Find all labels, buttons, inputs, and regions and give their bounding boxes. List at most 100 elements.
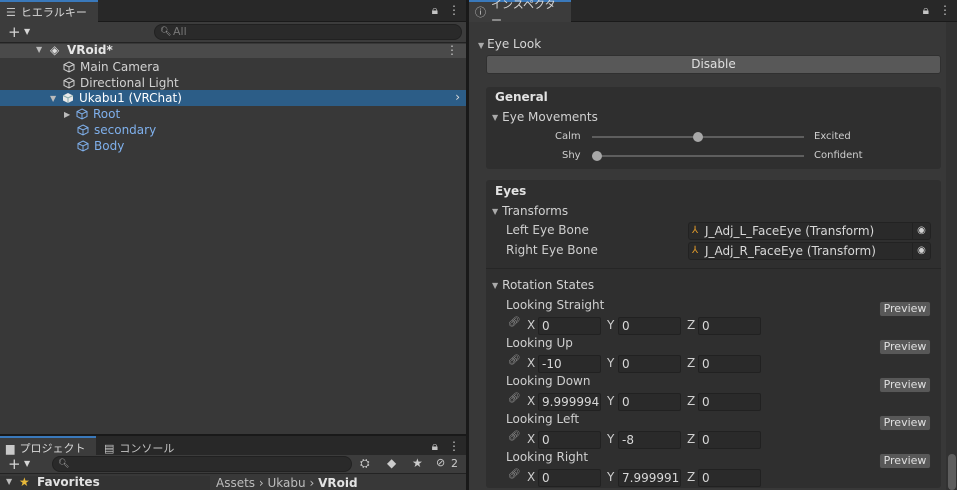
axis-z-label: Z (687, 356, 696, 370)
favorites-row[interactable]: ▼ ★ Favorites (0, 475, 210, 490)
tab-inspector[interactable]: ⓘ インスペクター (469, 0, 571, 27)
preview-button[interactable]: Preview (879, 415, 931, 431)
expand-arrow-icon[interactable]: ▼ (6, 477, 12, 486)
hidden-packages-icon[interactable]: ⊘ (436, 456, 445, 469)
expand-arrow-icon[interactable]: ▼ (478, 41, 484, 50)
search-icon: 🔍︎ (160, 27, 172, 37)
object-picker-icon[interactable]: ◉ (912, 243, 930, 259)
link-icon[interactable]: 🔗︎ (508, 393, 521, 404)
component-title: Eye Look (487, 37, 542, 51)
breadcrumb-item[interactable]: Assets (216, 476, 255, 490)
breadcrumb-item[interactable]: Ukabu (268, 476, 306, 490)
link-icon[interactable]: 🔗︎ (508, 355, 521, 366)
axis-x-label: X (527, 432, 536, 446)
tree-item-label: Directional Light (80, 76, 179, 90)
tab-hierarchy[interactable]: ☰ ヒエラルキー (0, 0, 98, 22)
lock-icon[interactable]: 🔒︎ (432, 439, 438, 454)
inspector-tab-controls: 🔒︎ ⋮ (923, 3, 951, 18)
inspector-scrollbar[interactable] (946, 22, 957, 490)
unity-logo-icon: ◈ (50, 43, 60, 57)
tree-item-body[interactable]: Body (0, 138, 466, 154)
rotation-x-field[interactable]: -10 (538, 355, 601, 373)
general-title: General (495, 90, 548, 104)
eye-movements-foldout[interactable]: Eye Movements (492, 110, 598, 124)
add-icon[interactable]: + (8, 23, 21, 41)
rotation-states-foldout[interactable]: Rotation States (492, 278, 594, 292)
breadcrumb: Assets › Ukabu › VRoid (216, 476, 358, 490)
inspector-scrollbar-thumb[interactable] (948, 454, 956, 490)
right-eye-bone-label: Right Eye Bone (506, 243, 598, 257)
info-icon: ⓘ (475, 6, 486, 19)
rotation-state-label: Looking Down (506, 374, 591, 388)
tab-hierarchy-label: ヒエラルキー (20, 6, 87, 19)
rotation-state-label: Looking Right (506, 450, 589, 464)
tree-item-ukabu1[interactable]: ▼ Ukabu1 (VRChat) › (0, 90, 466, 106)
tree-item-secondary[interactable]: secondary (0, 122, 466, 138)
lock-icon[interactable]: 🔒︎ (432, 3, 438, 18)
hierarchy-search-input[interactable]: 🔍︎ All (154, 24, 462, 40)
filter-by-label-icon[interactable]: ◆ (387, 456, 396, 470)
tree-item-root[interactable]: ▶ Root (0, 106, 466, 122)
expand-arrow-icon[interactable]: ▼ (50, 94, 62, 103)
preview-button[interactable]: Preview (879, 339, 931, 355)
chevron-down-icon[interactable]: ▼ (24, 27, 30, 36)
transforms-foldout[interactable]: Transforms (492, 204, 568, 218)
rotation-y-field[interactable]: 0 (618, 317, 681, 335)
tree-item-label: Root (93, 107, 121, 121)
object-picker-icon[interactable]: ◉ (912, 223, 930, 239)
disable-button[interactable]: Disable (486, 55, 941, 74)
project-panel: ▆ プロジェクト ▤ コンソール 🔒︎ ⋮ + ▼ 🔍︎ ⛭ ◆ ★ ⊘ 2 ▼… (0, 436, 466, 490)
rotation-y-field[interactable]: -8 (618, 431, 681, 449)
preview-button[interactable]: Preview (879, 301, 931, 317)
right-eye-bone-field[interactable]: ⅄ J_Adj_R_FaceEye (Transform) ◉ (688, 242, 931, 260)
preview-button[interactable]: Preview (879, 453, 931, 469)
eye-look-header[interactable]: ▼ Eye Look (478, 37, 541, 51)
chevron-right-icon: › (309, 476, 319, 490)
rotation-x-field[interactable]: 0 (538, 431, 601, 449)
rotation-z-field[interactable]: 0 (698, 469, 761, 487)
scene-row[interactable]: ▼ ◈ VRoid* ⋮ (0, 43, 466, 58)
lock-icon[interactable]: 🔒︎ (923, 3, 929, 18)
rotation-x-field[interactable]: 0 (538, 317, 601, 335)
project-search-input[interactable]: 🔍︎ (52, 456, 352, 472)
favorites-star-icon[interactable]: ★ (412, 456, 423, 470)
kebab-menu-icon[interactable]: ⋮ (448, 439, 460, 454)
left-eye-bone-field[interactable]: ⅄ J_Adj_L_FaceEye (Transform) ◉ (688, 222, 931, 240)
calm-excited-slider-knob[interactable] (693, 132, 703, 142)
kebab-menu-icon[interactable]: ⋮ (448, 3, 460, 18)
rotation-y-field[interactable]: 0 (618, 393, 681, 411)
breadcrumb-item[interactable]: VRoid (318, 476, 357, 490)
rotation-x-field[interactable]: 0 (538, 469, 601, 487)
transform-icon: ⅄ (692, 245, 699, 256)
scene-menu-icon[interactable]: ⋮ (446, 43, 458, 57)
shy-confident-slider-track[interactable] (592, 155, 804, 157)
expand-arrow-icon[interactable]: ▼ (36, 45, 48, 54)
axis-y-label: Y (607, 470, 615, 484)
rotation-z-field[interactable]: 0 (698, 431, 761, 449)
link-icon[interactable]: 🔗︎ (508, 317, 521, 328)
add-icon[interactable]: + (8, 455, 21, 473)
star-icon: ★ (19, 475, 30, 489)
rotation-y-field[interactable]: 0 (618, 355, 681, 373)
tree-item-directional-light[interactable]: Directional Light (0, 75, 466, 91)
kebab-menu-icon[interactable]: ⋮ (939, 3, 951, 18)
gameobject-cube-icon (63, 61, 75, 73)
tree-item-main-camera[interactable]: Main Camera (0, 59, 466, 75)
gameobject-cube-icon (76, 108, 88, 120)
shy-confident-slider-knob[interactable] (592, 151, 602, 161)
tree-item-label: Body (94, 139, 125, 153)
axis-x-label: X (527, 394, 536, 408)
link-icon[interactable]: 🔗︎ (508, 469, 521, 480)
collapse-arrow-icon[interactable]: ▶ (64, 110, 76, 119)
rotation-y-field[interactable]: 7.999991 (618, 469, 681, 487)
preview-button[interactable]: Preview (879, 377, 931, 393)
link-icon[interactable]: 🔗︎ (508, 431, 521, 442)
rotation-z-field[interactable]: 0 (698, 355, 761, 373)
chevron-right-icon[interactable]: › (455, 90, 460, 104)
rotation-state-label: Looking Up (506, 336, 573, 350)
rotation-z-field[interactable]: 0 (698, 393, 761, 411)
chevron-down-icon[interactable]: ▼ (24, 459, 30, 468)
filter-by-type-icon[interactable]: ⛭ (360, 456, 370, 471)
rotation-z-field[interactable]: 0 (698, 317, 761, 335)
rotation-x-field[interactable]: 9.999994 (538, 393, 601, 411)
